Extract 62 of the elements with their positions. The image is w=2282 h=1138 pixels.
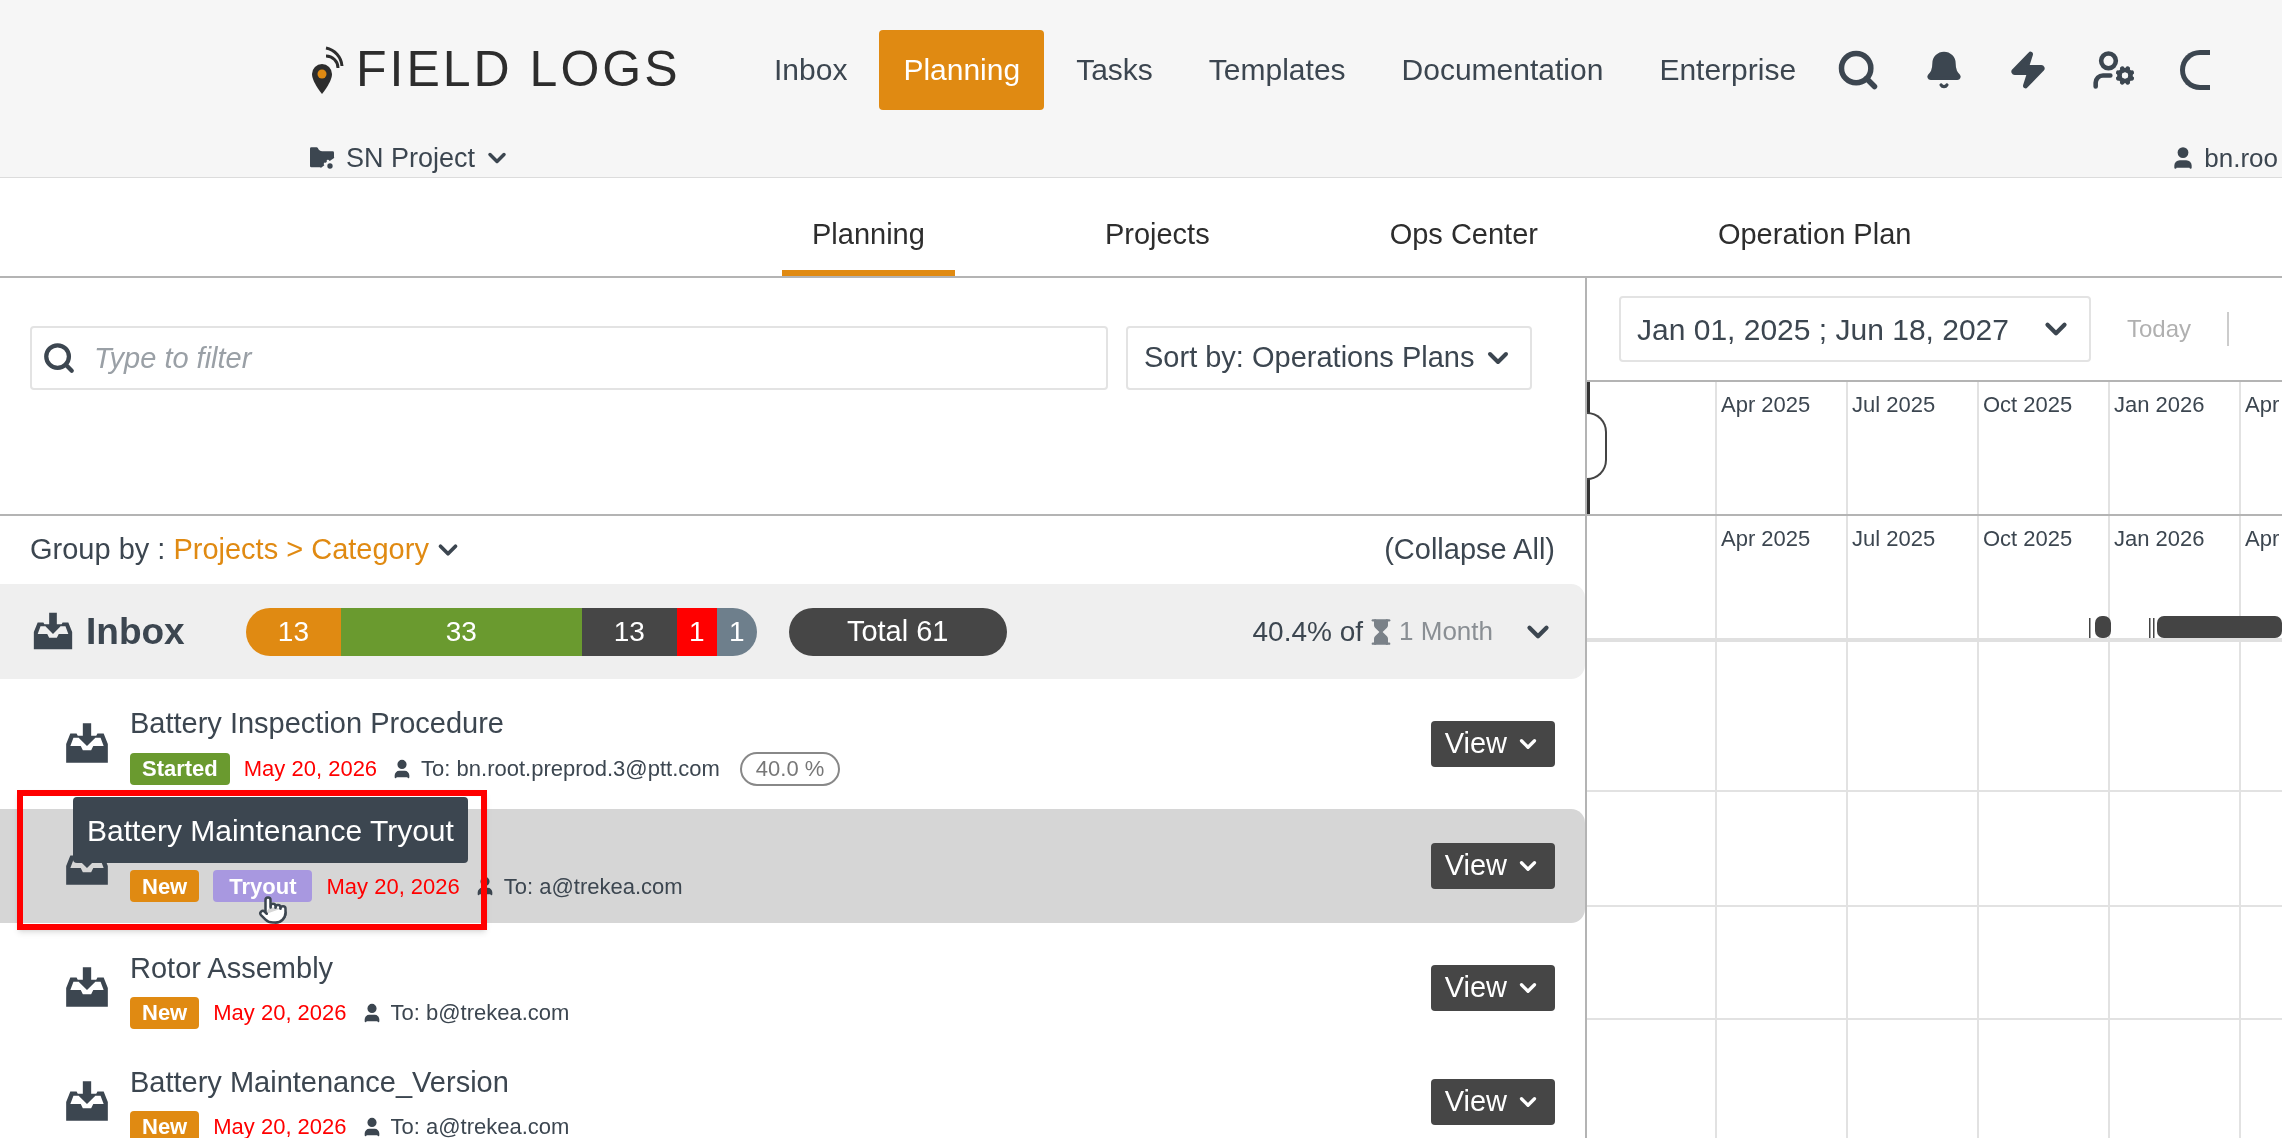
- date-range-picker[interactable]: Jan 01, 2025 ; Jun 18, 2027: [1619, 296, 2091, 362]
- duration-text: 1 Month: [1399, 615, 1493, 648]
- view-button[interactable]: View: [1430, 721, 1555, 767]
- status-count: 1: [676, 607, 717, 656]
- nav-tab[interactable]: Tasks: [1052, 29, 1177, 110]
- nav-tab[interactable]: Enterprise: [1635, 29, 1821, 110]
- tooltip: Battery Maintenance Tryout: [73, 797, 468, 863]
- status-count: 1: [716, 607, 757, 656]
- row-title: Battery Maintenance_Version: [130, 1064, 510, 1100]
- month-label: Apr 2025: [1721, 392, 1811, 417]
- due-date: May 20, 2026: [213, 1113, 347, 1138]
- group-by-label: Group by :: [30, 532, 166, 568]
- group-title: Inbox: [86, 609, 186, 654]
- nav-tab[interactable]: Documentation: [1377, 29, 1628, 110]
- logo-wordmark: FIELD LOGS: [356, 40, 681, 99]
- total-pill: Total 61: [788, 607, 1007, 656]
- assignee: To: bn.root.preprod.3@ptt.com: [421, 755, 720, 784]
- search-icon: [42, 341, 76, 375]
- due-date: May 20, 2026: [243, 755, 378, 784]
- assignee: To: b@trekea.com: [390, 999, 570, 1028]
- status-count: 13: [581, 607, 677, 656]
- row-title: Rotor Assembly: [130, 950, 335, 986]
- status-count: 33: [340, 607, 582, 656]
- due-date: May 20, 2026: [213, 999, 347, 1028]
- collapse-all-link[interactable]: (Collapse All): [1384, 528, 1555, 572]
- sub-tab[interactable]: Planning: [782, 200, 955, 276]
- month-label: Oct 2025: [1983, 526, 2073, 551]
- view-button[interactable]: View: [1430, 965, 1555, 1011]
- row-title: Battery Inspection Procedure: [130, 706, 505, 742]
- view-button[interactable]: View: [1430, 1079, 1555, 1125]
- status-badge: New: [130, 996, 200, 1029]
- month-label: Oct 2025: [1983, 392, 2073, 417]
- month-label: Jul 2025: [1852, 392, 1936, 417]
- project-selector[interactable]: SN Project: [306, 137, 512, 179]
- filter-field[interactable]: Type to filter: [30, 326, 1108, 390]
- sub-tab[interactable]: Operation Plan: [1687, 200, 1942, 276]
- month-label: Apr 2025: [1721, 526, 1811, 551]
- view-button[interactable]: View: [1430, 843, 1555, 889]
- month-label: Apr: [2245, 392, 2280, 417]
- scroll-handle[interactable]: [1587, 412, 1607, 480]
- month-label: Jan 2026: [2114, 526, 2205, 551]
- sort-dropdown[interactable]: Sort by: Operations Plans: [1126, 326, 1533, 390]
- status-count: 13: [246, 607, 341, 656]
- user-name: bn.roo: [2204, 141, 2278, 175]
- sub-tab[interactable]: Ops Center: [1359, 200, 1568, 276]
- sub-tab[interactable]: Projects: [1074, 200, 1240, 276]
- progress-text: 40.4% of: [1252, 614, 1364, 649]
- month-label: Jan 2026: [2114, 392, 2205, 417]
- status-badge: Started: [130, 752, 230, 785]
- status-badge: New: [130, 870, 200, 902]
- nav-tab[interactable]: Inbox: [750, 29, 872, 110]
- list-row[interactable]: Rotor Assembly New May 20, 2026 To: b@trekea.com View: [0, 931, 1585, 1045]
- percent-pill: 40.0 %: [739, 751, 841, 786]
- group-header[interactable]: Inbox 13 33 13 1 1 Total 61 40.4% of 1 Month: [0, 584, 1585, 679]
- nav-tab[interactable]: Templates: [1184, 29, 1370, 110]
- list-row[interactable]: Battery Maintenance_Version New May 20, 2026 To: a@trekea.com View: [0, 1045, 1585, 1138]
- month-label: Jul 2025: [1852, 526, 1936, 551]
- status-badge: New: [130, 1110, 200, 1138]
- month-label: Apr: [2245, 526, 2280, 551]
- assignee: To: a@trekea.com: [503, 872, 683, 901]
- assignee: To: a@trekea.com: [390, 1113, 570, 1138]
- due-date: May 20, 2026: [326, 872, 460, 901]
